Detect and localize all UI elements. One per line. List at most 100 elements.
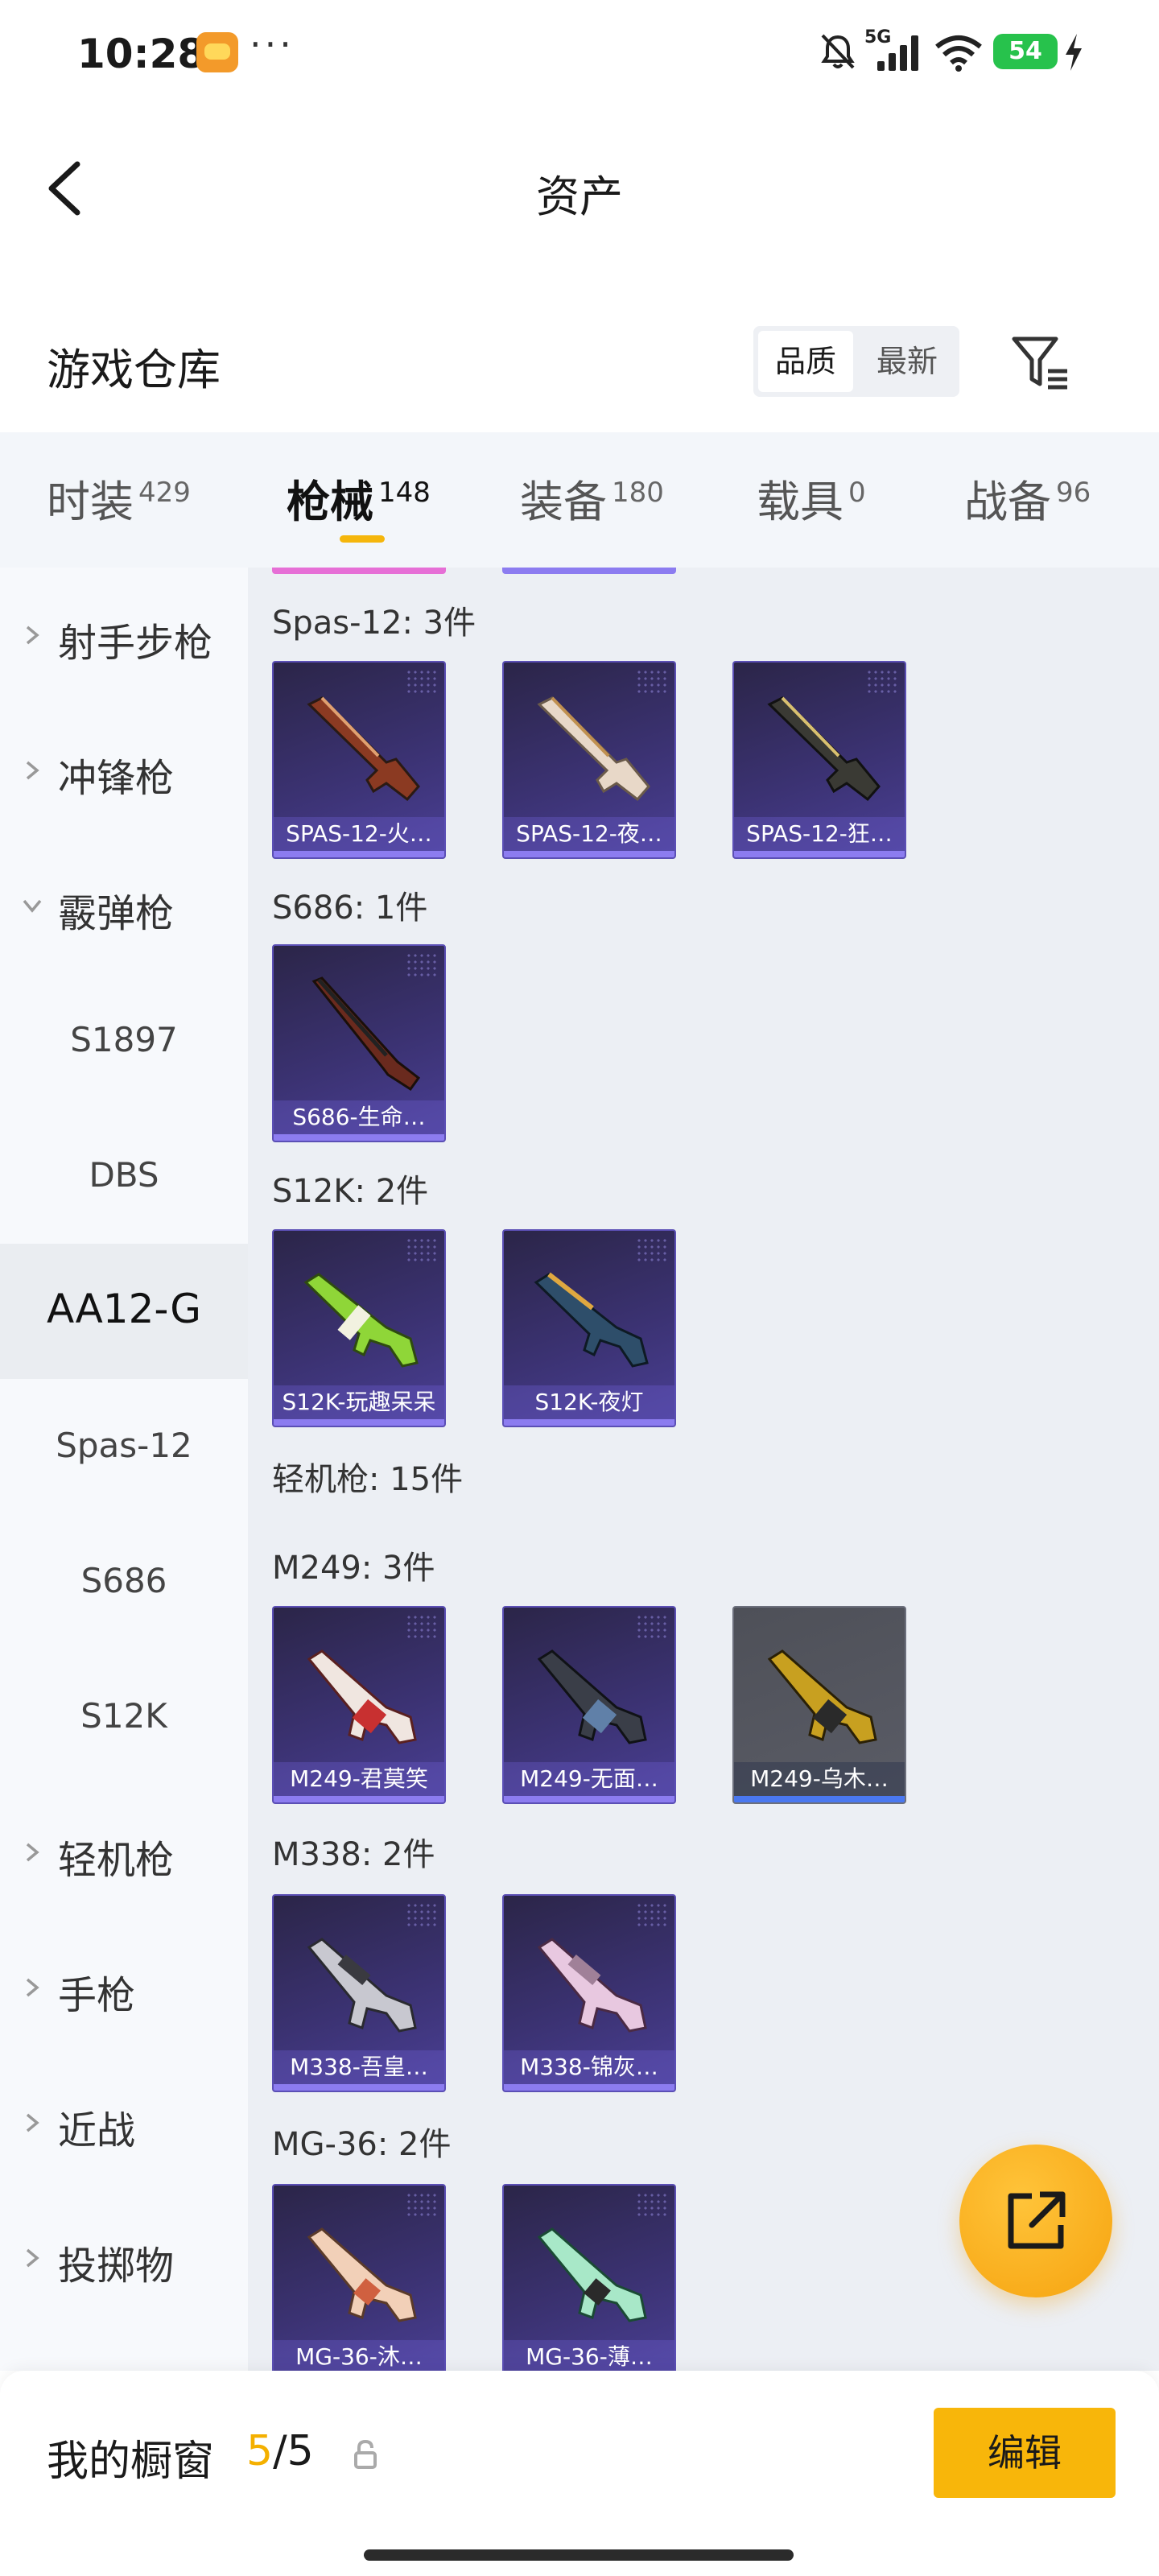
sidebar-item-label: S12K [80, 1696, 167, 1736]
sidebar-item-s686[interactable]: S686 [0, 1514, 248, 1649]
weapon-card[interactable]: MG-36-沐… [272, 2184, 446, 2371]
previous-card-edge [502, 568, 676, 574]
weapon-grid: Spas-12: 3件 SPAS-12-火… SPAS-12-夜… SPAS-1… [248, 568, 1159, 2371]
rarity-bar [504, 1796, 674, 1802]
weapon-card[interactable]: MG-36-薄… [502, 2184, 676, 2371]
rarity-bar [274, 851, 444, 857]
card-name: SPAS-12-狂… [734, 817, 905, 851]
sidebar-item-pistol[interactable]: 手枪 [0, 1920, 248, 2055]
rarity-bar [734, 1796, 905, 1802]
showcase-title: 我的橱窗 [47, 2438, 215, 2486]
weapon-card[interactable]: SPAS-12-狂… [732, 661, 906, 859]
tab-count: 0 [848, 477, 866, 509]
shotgun-image [537, 696, 650, 802]
sidebar-item-label: AA12-G [46, 1286, 202, 1332]
showcase-bar: 我的橱窗 5/5 编辑 [0, 2371, 1159, 2576]
bell-muted-icon [821, 34, 855, 69]
weapon-card[interactable]: S12K-夜灯 [502, 1229, 676, 1427]
rarity-bar [274, 2084, 444, 2091]
weapon-card[interactable]: M249-乌木… [732, 1606, 906, 1804]
lmg-image [537, 2227, 647, 2322]
chevron-right-icon [26, 1843, 39, 1862]
lmg-image [307, 2227, 417, 2322]
active-tab-indicator [340, 535, 385, 543]
rarity-bar [274, 1419, 444, 1426]
group-label: S12K: 2件 [272, 1173, 429, 1210]
tab-weapons[interactable]: 枪械 148 [287, 466, 431, 539]
sidebar-item-label: 射手步枪 [58, 621, 213, 666]
weapon-card[interactable]: SPAS-12-夜… [502, 661, 676, 859]
share-button[interactable] [959, 2145, 1112, 2297]
group-label: M249: 3件 [272, 1550, 435, 1587]
previous-card-edge [272, 568, 446, 574]
card-name: M338-吾皇… [274, 2050, 444, 2084]
sidebar-item-throwable[interactable]: 投掷物 [0, 2190, 248, 2326]
lmg-image [537, 1938, 647, 2033]
showcase-count-current: 5 [246, 2427, 274, 2475]
warehouse-title: 游戏仓库 [47, 345, 221, 395]
shotgun-image [307, 696, 420, 802]
tab-supplies[interactable]: 战备 96 [964, 466, 1091, 539]
rarity-bar [274, 1796, 444, 1802]
sidebar-item-label: 近战 [58, 2108, 136, 2153]
tab-vehicles[interactable]: 载具 0 [757, 466, 866, 539]
weapon-card[interactable]: S12K-玩趣呆呆 [272, 1229, 446, 1427]
page-title: 资产 [536, 171, 623, 222]
sidebar-item-lmg[interactable]: 轻机枪 [0, 1785, 248, 1920]
home-indicator[interactable] [364, 2549, 794, 2561]
signal-icon [877, 34, 924, 71]
warehouse-row: 游戏仓库 品质 最新 [0, 318, 1159, 407]
sort-toggle: 品质 最新 [753, 326, 959, 397]
card-name: MG-36-薄… [504, 2340, 674, 2371]
sort-option-newest[interactable]: 最新 [860, 331, 955, 392]
weapon-card[interactable]: M249-君莫笑 [272, 1606, 446, 1804]
weapon-card[interactable]: M249-无面… [502, 1606, 676, 1804]
sidebar-item-marksman-rifle[interactable]: 射手步枪 [0, 568, 248, 703]
share-external-icon [1008, 2191, 1066, 2249]
app-badge-icon [196, 32, 238, 72]
sidebar-item-label: 投掷物 [58, 2244, 175, 2289]
app-header: 资产 [0, 137, 1159, 242]
battery-icon: 54 [993, 34, 1058, 69]
group-label: S686: 1件 [272, 890, 428, 927]
chevron-right-icon [26, 625, 39, 645]
lmg-image [307, 1649, 417, 1744]
sidebar-item-label: 冲锋枪 [58, 756, 175, 801]
tab-label: 装备 [520, 477, 607, 527]
sidebar-item-shotgun[interactable]: 霰弹枪 [0, 838, 248, 973]
sidebar-item-spas12[interactable]: Spas-12 [0, 1379, 248, 1514]
edit-button[interactable]: 编辑 [934, 2408, 1116, 2498]
sidebar-item-s12k[interactable]: S12K [0, 1649, 248, 1785]
charging-icon [1066, 34, 1082, 71]
rarity-bar [734, 851, 905, 857]
tab-label: 枪械 [287, 477, 373, 527]
showcase-count-separator: / [273, 2427, 287, 2475]
showcase-count-total: 5 [287, 2427, 314, 2475]
sort-option-quality[interactable]: 品质 [758, 331, 853, 392]
chevron-down-icon [23, 899, 42, 913]
tab-count: 96 [1056, 477, 1091, 509]
sidebar-item-smg[interactable]: 冲锋枪 [0, 703, 248, 838]
tab-fashion[interactable]: 时装 429 [47, 466, 191, 539]
weapon-card[interactable]: M338-吾皇… [272, 1894, 446, 2092]
card-name: M249-君莫笑 [274, 1762, 444, 1796]
weapon-card[interactable]: SPAS-12-火… [272, 661, 446, 859]
sidebar-item-dbs[interactable]: DBS [0, 1108, 248, 1244]
card-name: M338-锦灰… [504, 2050, 674, 2084]
group-label: Spas-12: 3件 [272, 605, 476, 642]
sidebar-item-melee[interactable]: 近战 [0, 2055, 248, 2190]
tab-count: 429 [138, 477, 191, 509]
tab-label: 时装 [47, 477, 134, 527]
weapon-card[interactable]: S686-生命… [272, 944, 446, 1142]
status-bar: 10:28 ··· 5G 54 [0, 0, 1159, 105]
sidebar-item-label: DBS [89, 1155, 159, 1195]
card-name: M249-无面… [504, 1762, 674, 1796]
sidebar-item-s1897[interactable]: S1897 [0, 973, 248, 1108]
sidebar-item-aa12g[interactable]: AA12-G [0, 1244, 248, 1379]
filter-icon[interactable] [1008, 331, 1072, 395]
category-tabs: 时装 429 枪械 148 装备 180 载具 0 战备 96 [0, 432, 1159, 568]
weapon-card[interactable]: M338-锦灰… [502, 1894, 676, 2092]
status-time: 10:28 [77, 31, 206, 77]
tab-equipment[interactable]: 装备 180 [520, 466, 664, 539]
chevron-right-icon [26, 2248, 39, 2268]
